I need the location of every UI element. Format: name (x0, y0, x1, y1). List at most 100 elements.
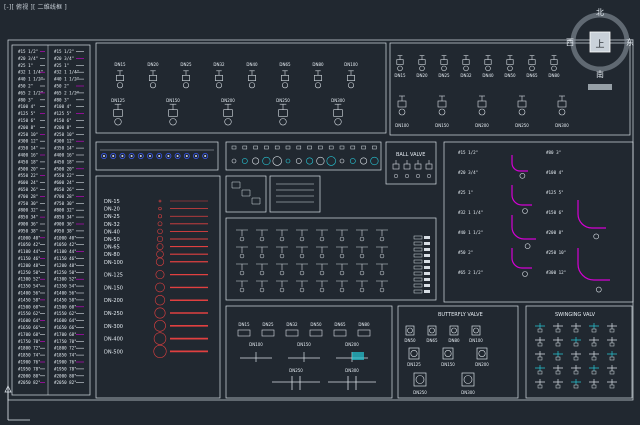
flange-circle (262, 156, 271, 166)
pipe-label-left: #1750 70" (18, 339, 41, 344)
valve-size-label: DN15 (114, 62, 126, 67)
pipe-label-right: #1900 76" (54, 360, 77, 365)
elbow-label: #65 2 1/2" (458, 270, 483, 275)
tee-legend-box (413, 235, 423, 240)
fitting-size-label: DN65 (334, 322, 346, 327)
reducer-dot (139, 155, 142, 157)
tee-legend-fill (424, 266, 430, 269)
fitting-size-label: DN80 (358, 322, 370, 327)
tee-legend-fill (424, 290, 430, 293)
valve-symbol (116, 70, 124, 89)
ball-valve-section (415, 173, 421, 179)
compass-west[interactable]: 西 (566, 38, 574, 47)
tee-section (239, 287, 245, 293)
pipe-section (156, 243, 164, 250)
valve-symbol (506, 55, 514, 72)
mini-symbol (231, 181, 241, 189)
swagelok-symbol (607, 351, 617, 357)
swagelok-body (555, 328, 561, 333)
pipe-label-left: #1000 40" (18, 235, 41, 240)
pipe-label-left: #32 1 1/4" (18, 70, 43, 75)
pipe-label-right: #400 16" (54, 153, 74, 158)
pipe-label-left: #550 22" (18, 173, 38, 178)
valve-size-label: DN80 (548, 73, 560, 78)
drawing-canvas[interactable]: #15 1/2" #20 3/4" #25 1" #32 1 1/4" #40 1 1/… (0, 0, 640, 425)
pipe-section (155, 257, 165, 266)
swagelok-body (537, 328, 543, 333)
valve-symbol (440, 55, 448, 72)
flange-head (339, 145, 345, 150)
elbow-label: #50 2" (458, 250, 473, 255)
pipe-label-right: #200 8" (54, 125, 72, 130)
cad-viewport[interactable]: [-][俯视][二维线框] #15 1/2" #20 3/4" #25 1" #32 … (0, 0, 640, 425)
tee-section (279, 270, 285, 276)
pipe-label-left: #1300 52" (18, 277, 41, 282)
tee-symbol (356, 246, 368, 253)
tee-symbol (376, 229, 388, 236)
pipe-label-left: #1050 42" (18, 242, 41, 247)
compass-north[interactable]: 北 (596, 8, 604, 17)
fitting-symbol (328, 376, 376, 390)
pipe-label-right: #1000 40" (54, 235, 77, 240)
valve-symbol (278, 103, 288, 126)
butterfly-disc (407, 327, 413, 334)
valve-symbol (528, 55, 536, 72)
flange-circle (295, 158, 302, 164)
swagelok-symbol (535, 351, 545, 357)
tee-section (299, 253, 305, 259)
flange-head (307, 145, 312, 150)
fitting-size-label: DN300 (345, 368, 359, 373)
elbow-shape (577, 200, 606, 229)
valve-symbol (437, 95, 447, 116)
pipe-table-right-labels: #15 1/2" #20 3/4" #25 1" #32 1 1/4" #40 1 1/… (54, 49, 84, 385)
elbow-block-frame (443, 141, 634, 303)
elbow-label: #300 12" (546, 270, 566, 275)
tee-symbol (316, 246, 328, 253)
pipe-label-right: #125 5" (54, 111, 72, 116)
flange-head (318, 145, 323, 150)
butterfly-size-label: DN150 (441, 362, 455, 367)
fitting-size-label: DN200 (345, 342, 359, 347)
compass-south[interactable]: 南 (596, 69, 604, 79)
symbol-box-frame (225, 175, 267, 213)
swagelok-symbol (607, 337, 617, 343)
tee-symbol (316, 263, 328, 270)
viewcube[interactable]: 上 北 南 东 西 (566, 6, 636, 92)
flange-head (296, 145, 302, 150)
pipe-label-left: #15 1/2" (18, 49, 38, 54)
tee-legend-fill (424, 242, 430, 245)
tee-section (339, 253, 345, 259)
compass-east[interactable]: 东 (626, 37, 634, 47)
swagelok-block-frame (525, 305, 633, 399)
flange-head (231, 145, 237, 150)
reducer-dot (149, 155, 151, 157)
tee-section (359, 270, 365, 276)
dn-label: DN-250 (104, 311, 123, 317)
wcs-menu[interactable] (588, 84, 612, 90)
elbow-label: #80 3" (546, 150, 561, 155)
pipe-label-right: #900 36" (54, 222, 74, 227)
tee-section (319, 287, 325, 293)
pipe-label-right: #350 14" (54, 146, 74, 151)
valve-size-label: DN80 (312, 62, 324, 67)
valve-size-label: DN40 (246, 62, 258, 67)
pipe-label-right: #800 32" (54, 208, 74, 213)
swagelok-symbol (571, 323, 581, 329)
valve-size-label: DN32 (213, 62, 225, 67)
elbow-section (595, 286, 602, 293)
butterfly-disc (410, 349, 418, 357)
pipe-label-right: #500 20" (54, 166, 74, 171)
pipe-label-right: #2000 80" (54, 373, 77, 378)
tee-section (339, 236, 345, 242)
butterfly-title: BUTTERFLY VALVE (438, 312, 483, 318)
tee-symbol (296, 280, 308, 287)
fitting-size-label: DN25 (262, 322, 274, 327)
tee-symbol (276, 280, 288, 287)
valve-symbol (550, 55, 558, 72)
pipe-label-left: #1800 72" (18, 346, 41, 351)
tee-section (319, 253, 325, 259)
valve-symbol (314, 70, 322, 89)
fitting-symbol (333, 329, 347, 337)
tee-section (239, 253, 245, 259)
tee-symbol (316, 280, 328, 287)
